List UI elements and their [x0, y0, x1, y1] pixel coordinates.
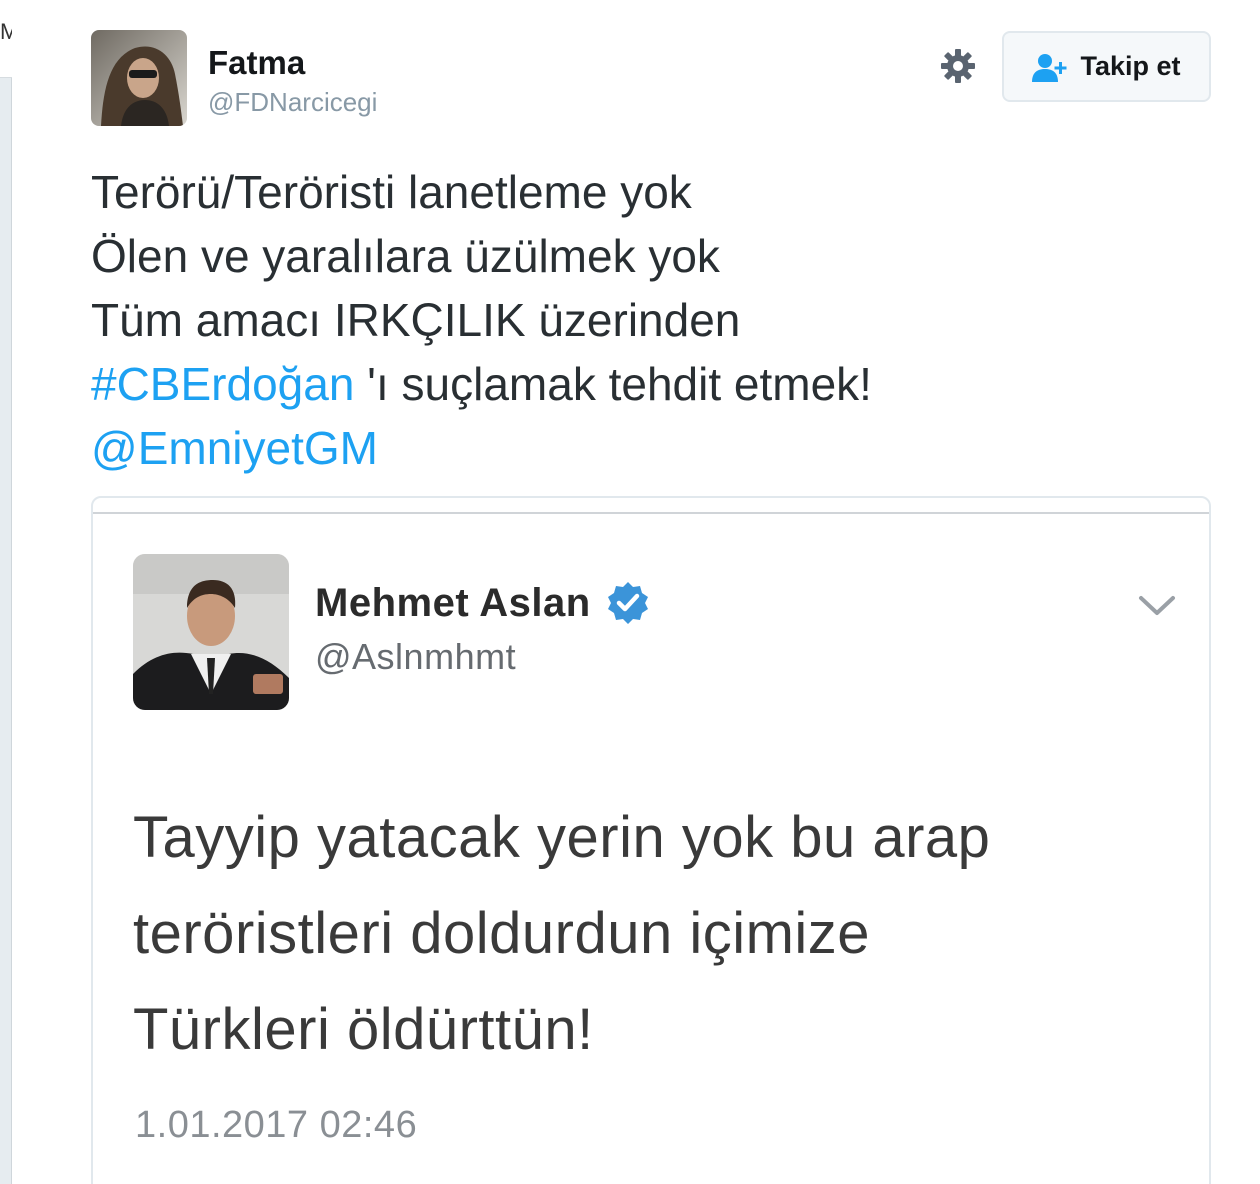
quoted-line-1: Tayyip yatacak yerin yok bu arap	[133, 805, 991, 870]
quoted-tweet-text: Tayyip yatacak yerin yok bu arap terörist…	[133, 790, 990, 1078]
follow-person-plus-icon	[1032, 52, 1068, 82]
quoted-line-2: teröristleri doldurdun içimize	[133, 901, 871, 966]
chevron-down-icon[interactable]	[1137, 594, 1177, 618]
tweet-line-1: Terörü/Teröristi lanetleme yok	[91, 166, 692, 218]
quoted-author-avatar	[133, 554, 289, 710]
quoted-name-row: Mehmet Aslan	[315, 580, 651, 626]
left-edge-char: M	[0, 19, 12, 44]
quoted-timestamp: 1.01.2017 02:46	[135, 1104, 418, 1146]
tweet-line-4-suffix: 'ı suçlamak tehdit etmek!	[354, 358, 872, 410]
tweet-line-4: #CBErdoğan 'ı suçlamak tehdit etmek!	[91, 352, 872, 416]
verified-badge-icon	[605, 580, 651, 626]
quoted-screenshot-card[interactable]: Mehmet Aslan @Aslnmhmt Tayyip yatacak ye…	[91, 496, 1211, 1184]
left-edge-header: M	[0, 0, 12, 78]
card-divider	[93, 512, 1209, 514]
tweet-line-5: @EmniyetGM	[91, 416, 872, 480]
gear-icon[interactable]	[936, 44, 980, 88]
author-avatar[interactable]	[91, 30, 187, 126]
author-handle[interactable]: @FDNarcicegi	[208, 87, 377, 118]
author-display-name[interactable]: Fatma	[208, 44, 305, 82]
tweet-text: Terörü/Teröristi lanetleme yok Ölen ve ya…	[91, 160, 872, 480]
quoted-display-name: Mehmet Aslan	[315, 580, 591, 625]
follow-button-label: Takip et	[1080, 51, 1181, 81]
quoted-handle: @Aslnmhmt	[315, 636, 517, 677]
follow-button[interactable]: Takip et	[1002, 31, 1211, 102]
mention-link[interactable]: @EmniyetGM	[91, 422, 378, 474]
left-edge-panel: M	[0, 0, 12, 1184]
quoted-line-3: Türkleri öldürttün!	[133, 997, 594, 1062]
tweet-line-2: Ölen ve yaralılara üzülmek yok	[91, 230, 720, 282]
hashtag-link[interactable]: #CBErdoğan	[91, 358, 354, 410]
tweet-line-3: Tüm amacı IRKÇILIK üzerinden	[91, 294, 741, 346]
